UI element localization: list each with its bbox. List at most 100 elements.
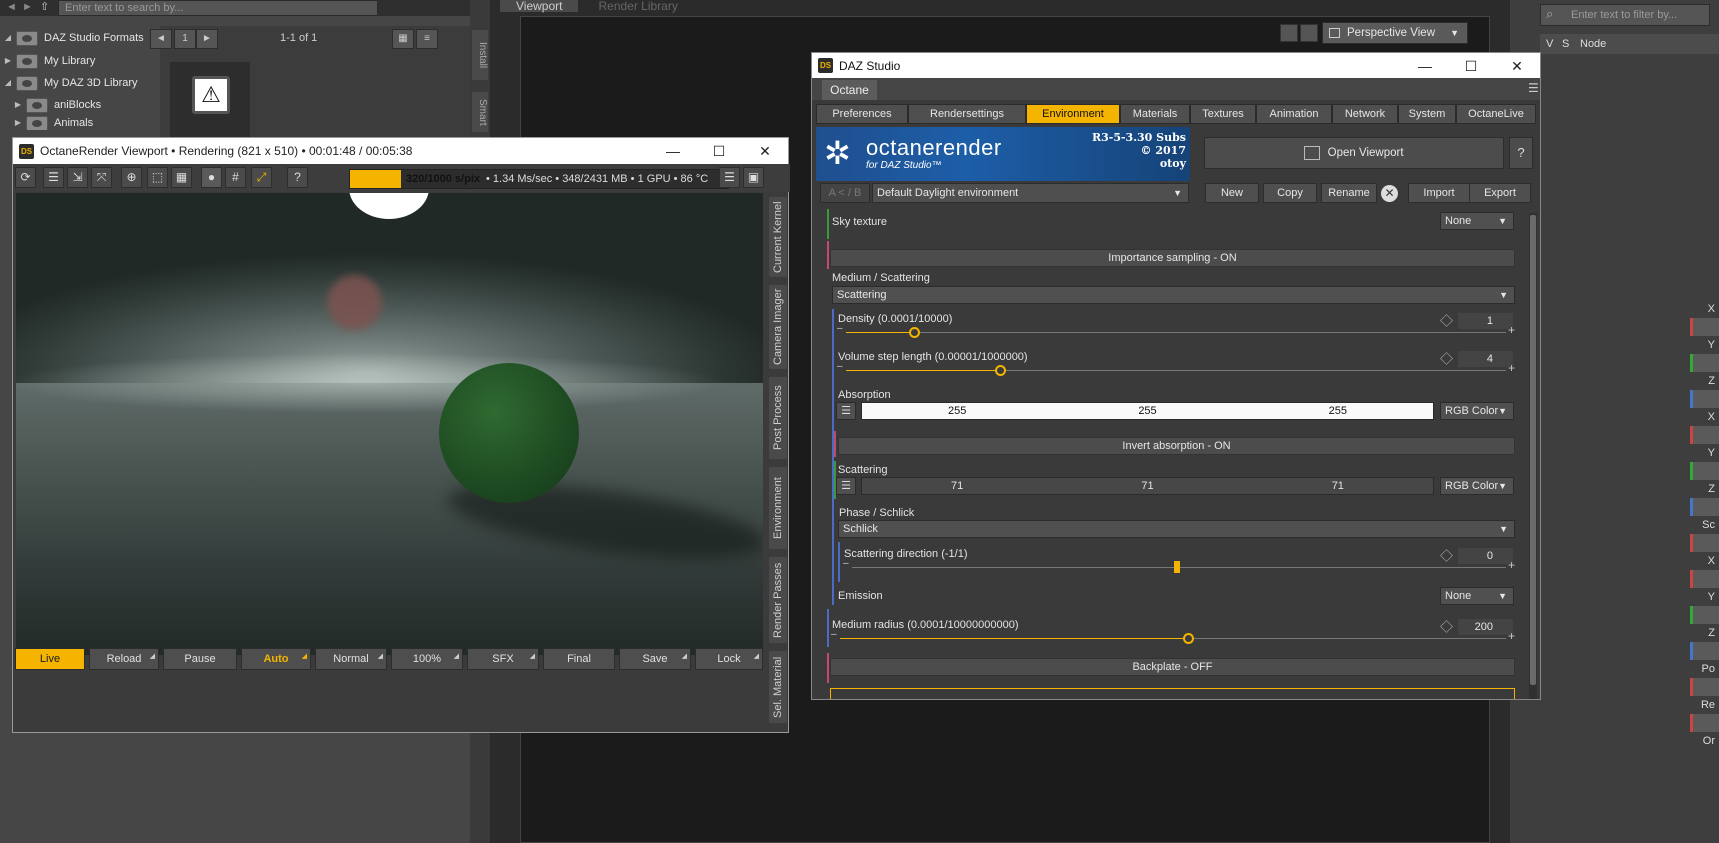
tab-animation[interactable]: Animation	[1256, 104, 1332, 124]
tab-render-library[interactable]: Render Library	[582, 0, 693, 12]
zoom-button[interactable]: 100% ◢	[391, 648, 463, 670]
scattering-g[interactable]: 71	[1052, 478, 1242, 494]
absorption-g[interactable]: 255	[1052, 403, 1242, 419]
params-scrollbar[interactable]	[1529, 213, 1537, 699]
tab-system[interactable]: System	[1398, 104, 1456, 124]
help-icon[interactable]: ?	[287, 167, 308, 188]
keyframe-icon[interactable]	[1440, 549, 1453, 562]
live-button[interactable]: Live	[15, 648, 85, 670]
absorption-b[interactable]: 255	[1243, 403, 1433, 419]
keyframe-icon[interactable]	[1440, 620, 1453, 633]
axis-slider[interactable]	[1690, 678, 1719, 696]
draw-style-icon[interactable]	[1300, 24, 1318, 42]
tab-camera-imager[interactable]: Camera Imager	[769, 285, 787, 369]
tab-network[interactable]: Network	[1332, 104, 1398, 124]
node-v[interactable]: V	[1546, 34, 1553, 54]
tree-item[interactable]: ◢ My DAZ 3D Library	[0, 72, 155, 94]
reload-button[interactable]: Reload ◢	[89, 648, 159, 670]
tab-smart[interactable]: Smart	[472, 92, 488, 132]
axis-slider[interactable]	[1690, 354, 1719, 372]
decrease-icon[interactable]: –	[837, 323, 843, 334]
minimize-icon[interactable]: —	[650, 138, 696, 164]
page-number[interactable]: 1	[174, 29, 196, 49]
expand-arrow-icon[interactable]: ▶	[14, 93, 22, 117]
density-input[interactable]: 1	[1458, 313, 1513, 329]
axis-slider[interactable]	[1690, 318, 1719, 336]
tree-item[interactable]: ◢ DAZ Studio Formats	[0, 26, 155, 50]
node-s[interactable]: S	[1562, 34, 1569, 54]
grid-icon[interactable]: ▦	[171, 167, 192, 188]
tab-render-passes[interactable]: Render Passes	[769, 557, 787, 643]
medium-radius-input[interactable]: 200	[1458, 619, 1513, 635]
menu-icon[interactable]: ☰	[719, 167, 740, 188]
sfx-button[interactable]: SFX ◢	[467, 648, 539, 670]
tab-materials[interactable]: Materials	[1120, 104, 1190, 124]
absorption-mode-select[interactable]: RGB Color ▼	[1440, 402, 1514, 420]
lattice-icon[interactable]: #	[225, 167, 246, 188]
phase-select[interactable]: Schlick ▼	[838, 520, 1515, 538]
texture-list-icon[interactable]: ☰	[836, 402, 856, 420]
expand-arrow-icon[interactable]: ◢	[4, 26, 12, 50]
minimize-icon[interactable]: —	[1402, 53, 1448, 78]
density-slider-track[interactable]	[846, 332, 1506, 333]
expand-arrow-icon[interactable]: ▶	[4, 49, 12, 73]
tab-preferences[interactable]: Preferences	[816, 104, 908, 124]
density-slider-handle[interactable]	[909, 327, 920, 338]
tab-current-kernel[interactable]: Current Kernel	[769, 197, 787, 277]
delete-icon[interactable]: ✕	[1381, 185, 1398, 202]
maximize-icon[interactable]: ☐	[696, 138, 742, 164]
keyframe-icon[interactable]	[1440, 352, 1453, 365]
ab-compare-button[interactable]: A < / B	[820, 183, 870, 203]
export-icon[interactable]: ⇲	[67, 167, 88, 188]
maximize-icon[interactable]: ☐	[1448, 53, 1494, 78]
open-viewport-button[interactable]: Open Viewport	[1204, 137, 1504, 169]
axis-slider[interactable]	[1690, 462, 1719, 480]
scrollbar-thumb[interactable]	[1530, 215, 1536, 685]
tab-install[interactable]: Install	[472, 30, 488, 80]
tree-item[interactable]: ▶ My Library	[0, 50, 155, 72]
library-search-input[interactable]: Enter text to search by...	[58, 0, 378, 16]
axis-slider[interactable]	[1690, 390, 1719, 408]
save-button[interactable]: Save ◢	[619, 648, 691, 670]
tab-post-process[interactable]: Post Process	[769, 377, 787, 459]
tree-item[interactable]: ▶ Animals	[0, 116, 155, 130]
axis-slider[interactable]	[1690, 498, 1719, 516]
scatter-direction-input[interactable]: 0	[1458, 548, 1513, 564]
axis-slider[interactable]	[1690, 714, 1719, 732]
scattering-b[interactable]: 71	[1243, 478, 1433, 494]
expand-arrow-icon[interactable]: ▶	[14, 116, 22, 130]
node-selector[interactable]: V S Node	[1540, 34, 1719, 54]
new-button[interactable]: New	[1205, 183, 1259, 203]
next-page-button[interactable]: ►	[196, 29, 218, 49]
back-arrow-icon[interactable]: ◄	[6, 1, 17, 13]
dialog-titlebar[interactable]: DS DAZ Studio — ☐ ✕	[812, 53, 1540, 78]
help-button[interactable]: ?	[1509, 137, 1533, 169]
prev-page-button[interactable]: ◄	[150, 29, 172, 49]
tab-textures[interactable]: Textures	[1190, 104, 1256, 124]
axis-slider[interactable]	[1690, 642, 1719, 660]
lock-button[interactable]: Lock ◢	[695, 648, 763, 670]
backplate-toggle[interactable]: Backplate - OFF	[830, 658, 1515, 676]
refresh-icon[interactable]: ⟳	[15, 167, 36, 188]
share-icon[interactable]: ⤧	[91, 167, 112, 188]
grid-view-icon[interactable]: ▦	[392, 29, 414, 49]
decrease-icon[interactable]: –	[831, 629, 837, 640]
normal-button[interactable]: Normal ◢	[315, 648, 387, 670]
increase-icon[interactable]: +	[1508, 361, 1515, 375]
snapshot-icon[interactable]: ▣	[743, 167, 764, 188]
pause-button[interactable]: Pause	[163, 648, 237, 670]
perspective-view-select[interactable]: Perspective View ▼	[1322, 22, 1468, 44]
record-icon[interactable]: ●	[201, 167, 222, 188]
tab-octane[interactable]: Octane	[822, 80, 877, 100]
tab-viewport[interactable]: Viewport	[500, 0, 579, 12]
tab-environment[interactable]: Environment	[769, 467, 787, 549]
scattering-r[interactable]: 71	[862, 478, 1052, 494]
filter-input[interactable]: Enter text to filter by...	[1540, 4, 1710, 26]
scattering-color-field[interactable]: 71 71 71	[861, 477, 1434, 495]
volume-step-input[interactable]: 4	[1458, 351, 1513, 367]
increase-icon[interactable]: +	[1508, 629, 1515, 643]
absorption-r[interactable]: 255	[862, 403, 1052, 419]
emission-select[interactable]: None ▼	[1440, 587, 1514, 605]
pane-menu-icon[interactable]: ☰	[1528, 81, 1539, 95]
environment-select[interactable]: Default Daylight environment ▼	[872, 183, 1189, 203]
